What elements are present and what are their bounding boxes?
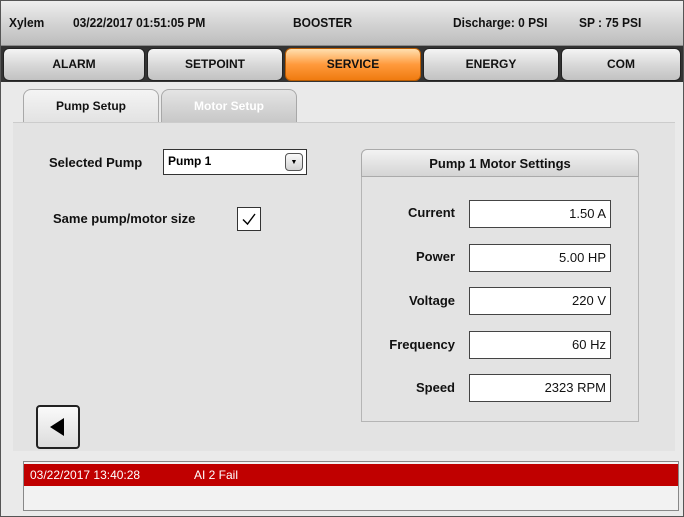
power-field[interactable]: 5.00 HP — [469, 244, 611, 272]
tab-com[interactable]: COM — [561, 48, 681, 81]
motor-settings-title: Pump 1 Motor Settings — [361, 149, 639, 177]
discharge-label: Discharge: 0 PSI — [453, 15, 548, 30]
back-arrow-icon — [50, 418, 64, 436]
alarm-list: 03/22/2017 13:40:28 AI 2 Fail — [23, 461, 679, 511]
tab-service[interactable]: SERVICE — [285, 48, 421, 81]
power-label: Power — [415, 249, 455, 264]
alarm-message: AI 2 Fail — [194, 468, 239, 482]
brand-label: Xylem — [9, 15, 45, 30]
hmi-window: Xylem 03/22/2017 01:51:05 PM BOOSTER Dis… — [0, 0, 684, 517]
frequency-field[interactable]: 60 Hz — [469, 331, 611, 359]
status-header: Xylem 03/22/2017 01:51:05 PM BOOSTER Dis… — [1, 1, 683, 46]
main-nav: ALARM SETPOINT SERVICE ENERGY COM — [1, 46, 683, 82]
tab-setpoint[interactable]: SETPOINT — [147, 48, 283, 81]
voltage-field[interactable]: 220 V — [469, 287, 611, 315]
current-field[interactable]: 1.50 A — [469, 200, 611, 228]
chevron-down-icon[interactable]: ▼ — [285, 153, 303, 171]
current-label: Current — [408, 205, 455, 220]
speed-label: Speed — [415, 380, 455, 395]
subtab-motor-setup[interactable]: Motor Setup — [161, 89, 297, 123]
alarm-row[interactable]: 03/22/2017 13:40:28 AI 2 Fail — [24, 464, 678, 486]
tab-alarm[interactable]: ALARM — [3, 48, 145, 81]
datetime-label: 03/22/2017 01:51:05 PM — [73, 15, 206, 30]
same-size-label: Same pump/motor size — [53, 211, 196, 226]
frequency-label: Frequency — [389, 337, 455, 352]
mode-label: BOOSTER — [293, 15, 353, 30]
subtab-pump-setup[interactable]: Pump Setup — [23, 89, 159, 123]
same-size-checkbox[interactable] — [237, 207, 261, 231]
voltage-label: Voltage — [409, 293, 455, 308]
setpoint-label: SP : 75 PSI — [579, 15, 642, 30]
back-button[interactable] — [36, 405, 80, 449]
pump-select-value: Pump 1 — [168, 154, 212, 168]
tab-energy[interactable]: ENERGY — [423, 48, 559, 81]
alarm-timestamp: 03/22/2017 13:40:28 — [30, 468, 141, 482]
speed-field[interactable]: 2323 RPM — [469, 374, 611, 402]
selected-pump-label: Selected Pump — [49, 155, 143, 170]
checkmark-icon — [242, 213, 256, 226]
pump-select[interactable]: Pump 1 ▼ — [163, 149, 307, 175]
